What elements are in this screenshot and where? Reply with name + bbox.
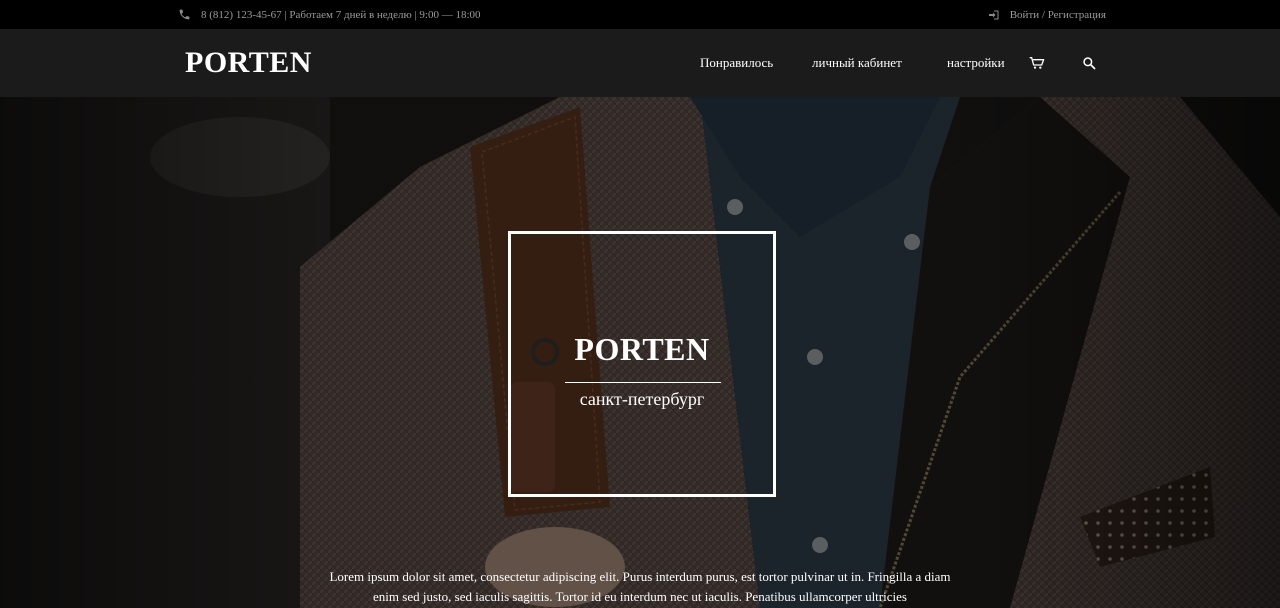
login-icon xyxy=(988,9,1000,21)
login-register-label[interactable]: Войти / Регистрация xyxy=(1010,9,1106,21)
hero-divider xyxy=(565,382,721,383)
hero-banner: PORTEN санкт-петербург Lorem ipsum dolor… xyxy=(0,97,1280,608)
nav-account[interactable]: личный кабинет xyxy=(812,29,902,97)
site-logo[interactable]: PORTEN xyxy=(185,29,312,97)
header-navbar: PORTEN Понравилось личный кабинет настро… xyxy=(0,29,1280,97)
search-icon[interactable] xyxy=(1082,29,1096,97)
phone-info-text: 8 (812) 123-45-67 | Работаем 7 дней в не… xyxy=(201,8,481,21)
cart-icon[interactable] xyxy=(1029,29,1045,97)
nav-settings[interactable]: настройки xyxy=(947,29,1005,97)
hero-description: Lorem ipsum dolor sit amet, consectetur … xyxy=(329,569,951,604)
login-register-link[interactable]: Войти / Регистрация xyxy=(988,0,1106,29)
contact-info: 8 (812) 123-45-67 | Работаем 7 дней в не… xyxy=(178,0,481,29)
top-bar: 8 (812) 123-45-67 | Работаем 7 дней в не… xyxy=(0,0,1280,29)
hero-subtitle: санкт-петербург xyxy=(579,389,705,409)
hero-frame: PORTEN санкт-петербург xyxy=(508,231,776,497)
nav-liked[interactable]: Понравилось xyxy=(700,29,773,97)
phone-icon xyxy=(178,8,191,21)
hero-title: PORTEN xyxy=(574,331,710,367)
